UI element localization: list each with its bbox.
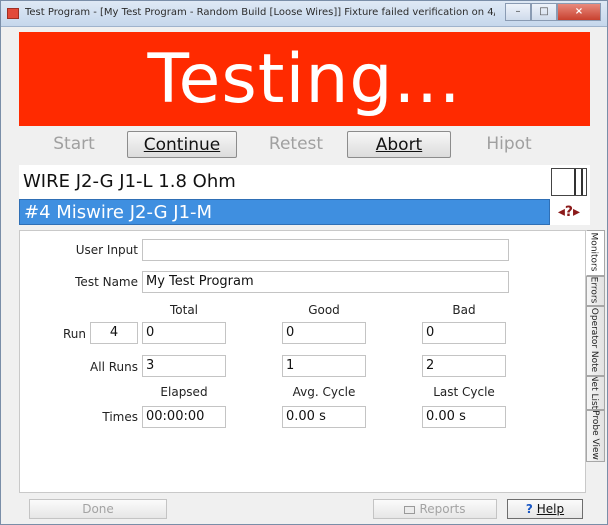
start-button[interactable]: Start — [27, 131, 121, 158]
measurement-line: WIRE J2-G J1-L 1.8 Ohm — [23, 171, 236, 192]
tab-probe-view[interactable]: Probe View — [586, 410, 605, 462]
run-label: Run — [62, 327, 86, 341]
run-bad-field: 0 — [422, 322, 506, 344]
all-runs-bad-field: 2 — [422, 355, 506, 377]
run-good-field: 0 — [282, 322, 366, 344]
retest-button[interactable]: Retest — [245, 131, 347, 158]
user-input-label: User Input — [75, 243, 138, 257]
all-runs-label: All Runs — [90, 360, 138, 374]
run-total-field: 0 — [142, 322, 226, 344]
test-name-field[interactable]: My Test Program — [142, 271, 509, 293]
total-header: Total — [169, 303, 199, 317]
bottom-bar: Done Reports ? Help — [19, 497, 590, 521]
tab-operator-note[interactable]: Operator Note — [586, 306, 605, 376]
side-tab-strip: Monitors Errors Operator Note Net List P… — [586, 230, 605, 493]
window-controls: – □ × — [505, 3, 601, 21]
toolbar: Start Continue Retest Abort Hipot — [19, 130, 590, 159]
error-help-arrows-icon[interactable]: ◂?▸ — [551, 201, 587, 223]
error-message-field[interactable]: #4 Miswire J2-G J1-M — [19, 199, 550, 225]
tab-monitors[interactable]: Monitors — [586, 230, 605, 276]
app-icon — [7, 8, 19, 19]
good-header: Good — [308, 303, 340, 317]
tab-net-list[interactable]: Net List — [586, 376, 605, 410]
last-cycle-header: Last Cycle — [433, 385, 495, 399]
tab-errors[interactable]: Errors — [586, 276, 605, 306]
test-name-label: Test Name — [75, 275, 138, 289]
window-title: Test Program - [My Test Program - Random… — [25, 7, 495, 18]
all-runs-total-field: 3 — [142, 355, 226, 377]
application-window: Test Program - [My Test Program - Random… — [0, 0, 608, 525]
help-icon: ? — [525, 502, 533, 516]
error-message-text: #4 Miswire J2-G J1-M — [24, 202, 213, 223]
done-label: Done — [82, 502, 114, 516]
tab-probe-view-label: Probe View — [589, 410, 600, 460]
tab-net-list-label: Net List — [589, 376, 600, 410]
elapsed-header: Elapsed — [160, 385, 208, 399]
times-label: Times — [102, 410, 138, 424]
done-button[interactable]: Done — [29, 499, 167, 519]
reading-area: WIRE J2-G J1-L 1.8 Ohm #4 Miswire J2-G J… — [19, 165, 590, 225]
all-runs-good-field: 1 — [282, 355, 366, 377]
continue-label: Continue — [143, 135, 221, 155]
tab-errors-label: Errors — [588, 276, 599, 304]
status-text: Testing... — [147, 39, 462, 119]
reports-button[interactable]: Reports — [373, 499, 497, 519]
pin-indicator-box — [551, 168, 587, 196]
bad-header: Bad — [452, 303, 476, 317]
help-label: Help — [536, 502, 565, 516]
help-button[interactable]: ? Help — [507, 499, 583, 519]
avg-cycle-header: Avg. Cycle — [292, 385, 356, 399]
run-number-field: 4 — [90, 322, 138, 344]
last-cycle-field: 0.00 s — [422, 406, 506, 428]
start-label: Start — [53, 134, 95, 154]
abort-button[interactable]: Abort — [347, 131, 451, 158]
avg-cycle-field: 0.00 s — [282, 406, 366, 428]
elapsed-field: 00:00:00 — [142, 406, 226, 428]
hipot-label: Hipot — [486, 134, 532, 154]
printer-icon — [404, 506, 416, 514]
user-input-field[interactable] — [142, 239, 509, 261]
close-button[interactable]: × — [557, 3, 601, 21]
reports-label: Reports — [419, 502, 466, 516]
status-banner: Testing... — [19, 32, 590, 126]
monitors-panel: User Input Test Name My Test Program Tot… — [19, 230, 586, 493]
abort-label: Abort — [375, 135, 423, 155]
maximize-button[interactable]: □ — [531, 3, 557, 21]
minimize-button[interactable]: – — [505, 3, 531, 21]
title-bar[interactable]: Test Program - [My Test Program - Random… — [1, 1, 607, 27]
hipot-button[interactable]: Hipot — [459, 131, 559, 158]
retest-label: Retest — [268, 134, 324, 154]
tab-operator-note-label: Operator Note — [589, 307, 600, 373]
continue-button[interactable]: Continue — [127, 131, 237, 158]
tab-monitors-label: Monitors — [588, 232, 599, 272]
